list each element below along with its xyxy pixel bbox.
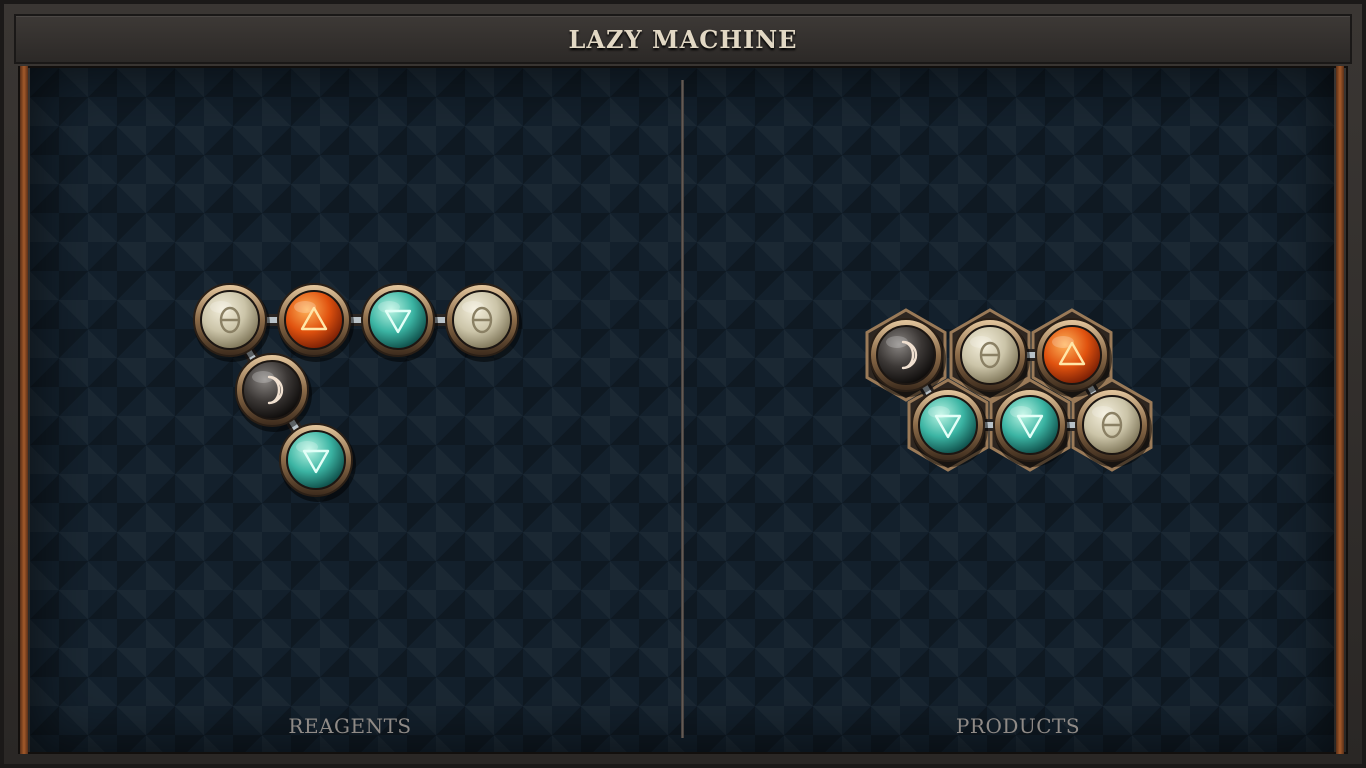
products-label: PRODUCTS	[955, 714, 1081, 738]
atom-fire[interactable]	[277, 283, 354, 362]
atom-salt[interactable]	[193, 283, 270, 362]
reagent-molecule[interactable]	[193, 283, 522, 502]
atom-water[interactable]	[279, 423, 356, 502]
reagents-label: REAGENTS	[288, 714, 412, 738]
atom-salt[interactable]	[445, 283, 522, 362]
atom-vitae[interactable]	[235, 353, 312, 432]
product-molecule[interactable]	[865, 308, 1153, 472]
molecule-canvas	[193, 283, 1153, 502]
atom-water[interactable]	[361, 283, 438, 362]
